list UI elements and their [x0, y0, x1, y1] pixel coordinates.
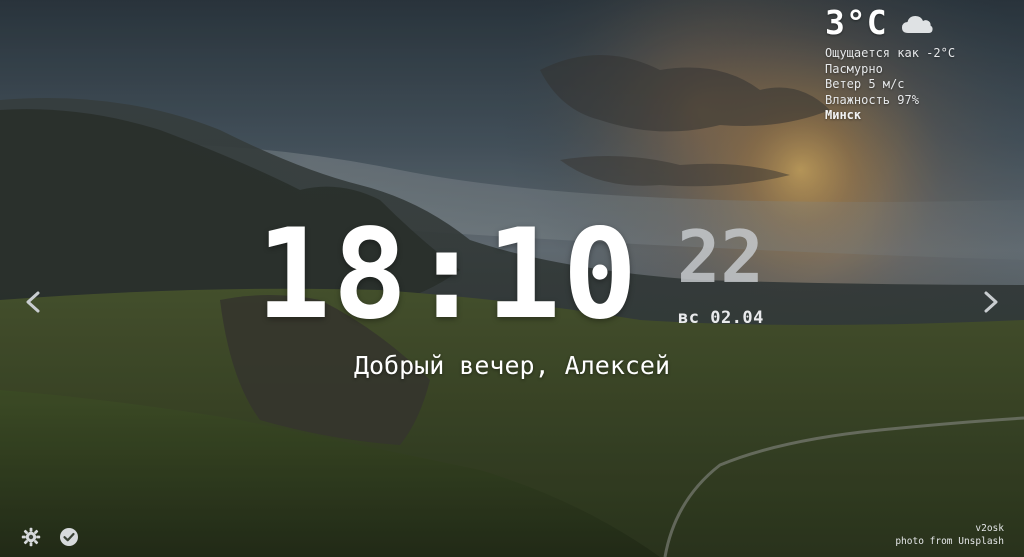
weather-feels-like: Ощущается как -2°C: [825, 46, 956, 60]
weather-wind: Ветер 5 м/с: [825, 77, 905, 91]
check-circle-icon[interactable]: [59, 527, 79, 547]
weather-temperature: 3°C: [825, 3, 888, 42]
dashboard: 3°C Ощущается как -2°C Пасмурно Ветер 5 …: [0, 0, 1024, 557]
weather-humidity: Влажность 97%: [825, 92, 919, 107]
photo-source-link[interactable]: photo from Unsplash: [895, 536, 1004, 547]
clock-date: вс 02.04: [678, 308, 764, 328]
greeting-text[interactable]: Добрый вечер, Алексей: [0, 349, 1024, 383]
photo-author-link[interactable]: v2osk: [975, 523, 1004, 534]
weather-condition: Пасмурно: [825, 61, 883, 76]
weather-details: Ощущается как -2°C Пасмурно Ветер 5 м/с …: [825, 46, 1015, 124]
chevron-left-icon[interactable]: [20, 286, 48, 318]
clock-seconds: 22: [677, 215, 764, 299]
photo-credits: v2osk photo from Unsplash: [895, 522, 1004, 548]
clock-time: 18:10: [256, 203, 640, 347]
gear-icon[interactable]: [21, 527, 41, 547]
weather-city[interactable]: Минск: [825, 108, 1015, 124]
weather-widget[interactable]: 3°C Ощущается как -2°C Пасмурно Ветер 5 …: [825, 4, 1015, 124]
chevron-right-icon[interactable]: [978, 286, 1006, 318]
weather-header: 3°C: [825, 4, 1015, 42]
cloud-icon: [901, 16, 933, 33]
